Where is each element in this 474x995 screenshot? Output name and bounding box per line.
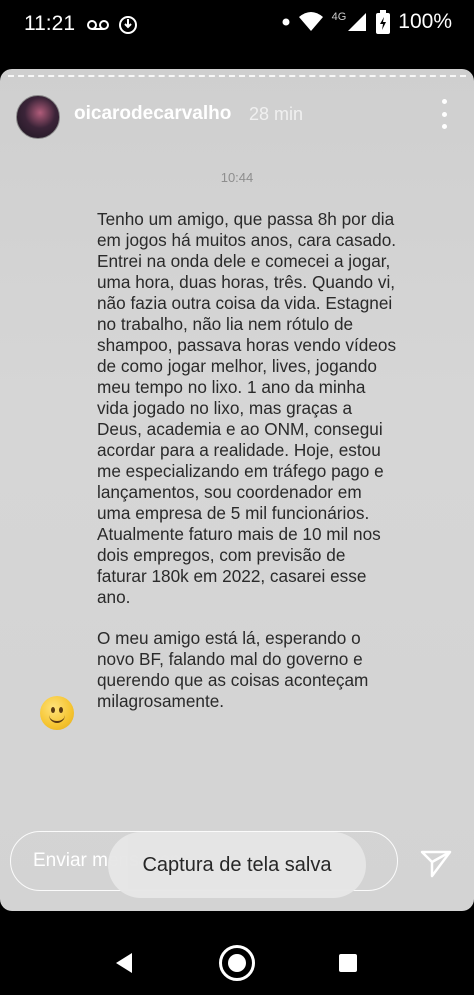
- battery-icon: [376, 10, 391, 34]
- message-text: Tenho um amigo, que passa 8h por dia em …: [97, 209, 397, 732]
- phone-screen: 11:21 4G 100% oicarodecarvalho 28 min 10…: [0, 0, 474, 995]
- more-dot-icon: [441, 99, 447, 104]
- send-icon[interactable]: [420, 850, 452, 878]
- recents-icon[interactable]: [339, 954, 357, 972]
- more-options-button[interactable]: [434, 99, 454, 129]
- signal-icon: [348, 13, 367, 31]
- story-username[interactable]: oicarodecarvalho: [74, 103, 231, 125]
- screenshot-toast: Captura de tela salva: [108, 832, 366, 898]
- back-icon[interactable]: [114, 952, 134, 974]
- voicemail-icon: [87, 20, 109, 30]
- home-icon[interactable]: [219, 945, 255, 981]
- emoji-mouth: [49, 712, 65, 723]
- story-progress-bar: [8, 75, 466, 79]
- status-time: 11:21: [24, 12, 75, 35]
- more-dot-icon: [441, 124, 447, 129]
- smiley-emoji-icon: [40, 696, 74, 730]
- more-dot-icon: [441, 111, 447, 117]
- message-timestamp: 10:44: [220, 170, 254, 185]
- network-type: 4G: [331, 11, 347, 23]
- dot-icon: [282, 18, 290, 26]
- media-icon: [119, 16, 137, 34]
- navigation-bar: [0, 912, 474, 995]
- message-paragraph: Tenho um amigo, que passa 8h por dia em …: [97, 209, 397, 607]
- avatar[interactable]: [16, 95, 60, 139]
- battery-percent: 100%: [398, 10, 452, 33]
- status-right-icons: 4G 100%: [282, 10, 452, 34]
- status-bar: 11:21 4G 100%: [0, 0, 474, 52]
- story-post-time: 28 min: [249, 104, 304, 124]
- story-viewer[interactable]: oicarodecarvalho 28 min 10:44 Tenho um a…: [0, 69, 474, 911]
- message-paragraph: O meu amigo está lá, esperando o novo BF…: [97, 628, 369, 711]
- wifi-icon: [298, 12, 323, 31]
